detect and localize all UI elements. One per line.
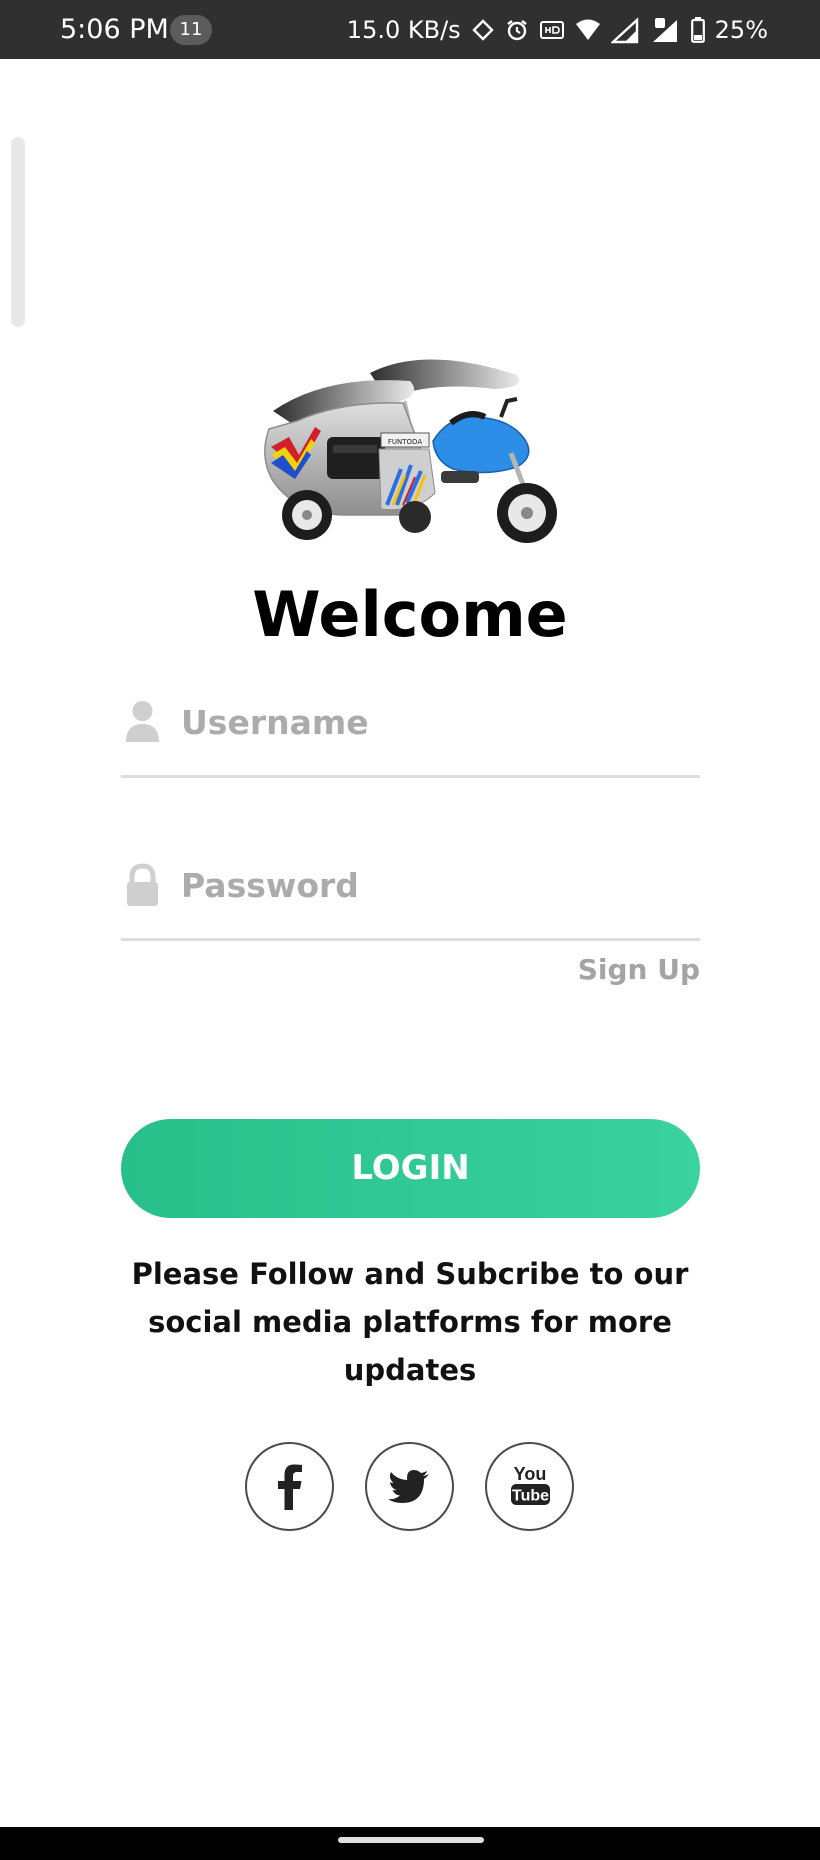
status-bar: 5:06 PM 11 15.0 KB/s 25% <box>0 0 820 59</box>
welcome-title: Welcome <box>252 578 568 651</box>
battery-icon <box>690 17 705 43</box>
youtube-icon: You Tube <box>511 1464 550 1505</box>
youtube-top-text: You <box>514 1464 547 1484</box>
network-speed: 15.0 KB/s <box>346 16 461 44</box>
facebook-icon <box>278 1464 302 1510</box>
facebook-button[interactable] <box>245 1442 334 1531</box>
username-input[interactable] <box>181 700 691 744</box>
scroll-indicator <box>11 137 25 327</box>
follow-message: Please Follow and Subcribe to our social… <box>131 1257 689 1387</box>
youtube-bottom-text: Tube <box>512 1488 549 1505</box>
password-input[interactable] <box>181 863 691 907</box>
notification-count-badge: 11 <box>170 15 212 45</box>
battery-percent: 25% <box>714 16 768 44</box>
signal-icon <box>651 16 681 44</box>
youtube-button[interactable]: You Tube <box>485 1442 574 1531</box>
password-field <box>121 863 700 941</box>
user-icon <box>124 700 161 744</box>
twitter-button[interactable] <box>365 1442 454 1531</box>
tricycle-logo: FUNTODA <box>255 345 565 560</box>
navigation-bar <box>0 1827 820 1860</box>
username-field <box>121 700 700 778</box>
status-time: 5:06 PM <box>60 14 169 45</box>
status-right-group: 15.0 KB/s 25% <box>347 12 768 48</box>
twitter-icon <box>388 1470 429 1503</box>
login-button[interactable]: LOGIN <box>121 1119 700 1218</box>
hd-icon <box>539 18 565 42</box>
rotate-icon <box>471 18 495 42</box>
alarm-icon <box>505 18 529 42</box>
lock-icon <box>124 863 161 907</box>
wifi-icon <box>575 18 601 42</box>
signup-link[interactable]: Sign Up <box>578 950 700 990</box>
signal-icon <box>610 16 641 44</box>
home-indicator[interactable] <box>338 1837 484 1843</box>
logo-sign-text: FUNTODA <box>388 438 422 446</box>
